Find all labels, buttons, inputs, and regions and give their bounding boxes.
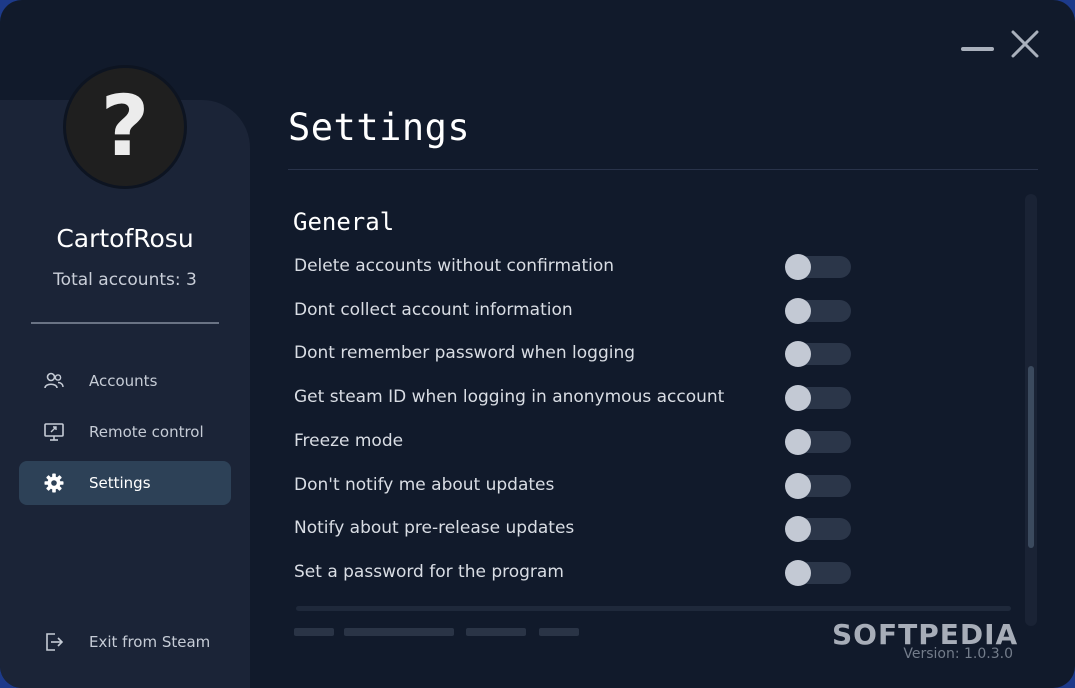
setting-label: Set a password for the program — [294, 562, 564, 582]
monitor-icon — [43, 421, 65, 443]
setting-row: Notify about pre-release updates — [294, 514, 854, 544]
setting-toggle[interactable] — [785, 516, 851, 542]
setting-toggle[interactable] — [785, 385, 851, 411]
close-icon — [1011, 30, 1039, 58]
toggle-knob — [785, 298, 811, 324]
setting-label: Don't notify me about updates — [294, 475, 555, 495]
setting-toggle[interactable] — [785, 341, 851, 367]
total-accounts: Total accounts: 3 — [53, 270, 197, 290]
app-window: ? CartofRosu Total accounts: 3 Accounts … — [0, 0, 1075, 688]
title-divider — [288, 169, 1038, 170]
toggle-knob — [785, 473, 811, 499]
minimize-icon — [961, 47, 994, 51]
setting-row: Delete accounts without confirmation — [294, 252, 854, 282]
setting-row: Dont remember password when logging — [294, 339, 854, 369]
toggle-knob — [785, 516, 811, 542]
gear-icon — [43, 472, 65, 494]
sidebar-item-label: Remote control — [89, 423, 204, 441]
setting-toggle[interactable] — [785, 560, 851, 586]
clipped-section-title — [294, 628, 614, 636]
page-title: Settings — [288, 106, 471, 149]
setting-toggle[interactable] — [785, 254, 851, 280]
sidebar-item-label: Accounts — [89, 372, 158, 390]
setting-row: Don't notify me about updates — [294, 471, 854, 501]
exit-from-steam-button[interactable]: Exit from Steam — [19, 620, 231, 664]
avatar[interactable]: ? — [63, 65, 187, 189]
sidebar-item-remote-control[interactable]: Remote control — [19, 410, 231, 454]
setting-label: Delete accounts without confirmation — [294, 256, 615, 276]
toggle-knob — [785, 254, 811, 280]
exit-icon — [43, 631, 65, 653]
setting-row: Dont collect account information — [294, 296, 854, 326]
setting-toggle[interactable] — [785, 429, 851, 455]
toggle-knob — [785, 385, 811, 411]
toggle-knob — [785, 429, 811, 455]
setting-label: Dont remember password when logging — [294, 343, 636, 363]
setting-label: Freeze mode — [294, 431, 404, 451]
toggle-knob — [785, 560, 811, 586]
setting-toggle[interactable] — [785, 298, 851, 324]
setting-row: Get steam ID when logging in anonymous a… — [294, 383, 854, 413]
scrollbar-thumb[interactable] — [1028, 366, 1034, 548]
setting-toggle[interactable] — [785, 473, 851, 499]
sidebar-divider — [31, 322, 219, 324]
people-icon — [43, 370, 65, 392]
setting-label: Notify about pre-release updates — [294, 518, 575, 538]
setting-label: Dont collect account information — [294, 300, 573, 320]
setting-row: Freeze mode — [294, 427, 854, 457]
setting-label: Get steam ID when logging in anonymous a… — [294, 387, 725, 407]
sidebar-item-settings[interactable]: Settings — [19, 461, 231, 505]
username: CartofRosu — [56, 224, 194, 253]
exit-label: Exit from Steam — [89, 633, 211, 651]
minimize-button[interactable] — [960, 28, 994, 60]
section-title-general: General — [293, 208, 395, 236]
toggle-knob — [785, 341, 811, 367]
section-divider — [296, 606, 1011, 611]
setting-row: Set a password for the program — [294, 558, 854, 588]
close-button[interactable] — [1008, 28, 1042, 60]
sidebar-item-accounts[interactable]: Accounts — [19, 359, 231, 403]
sidebar-item-label: Settings — [89, 474, 151, 492]
scrollbar[interactable] — [1025, 194, 1037, 626]
version-label: Version: 1.0.3.0 — [903, 646, 1013, 662]
